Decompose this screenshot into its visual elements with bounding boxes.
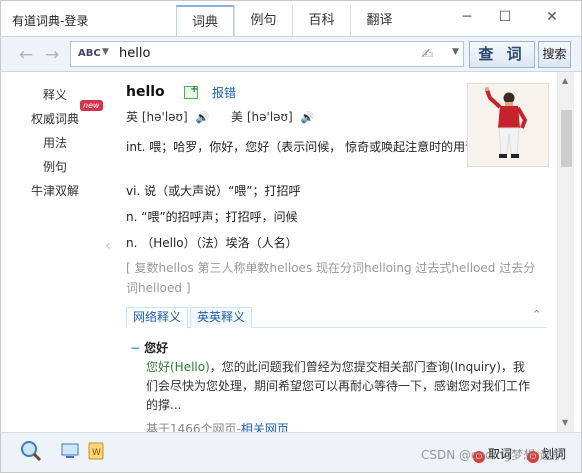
forward-arrow-icon[interactable]: → (45, 45, 59, 65)
tab-dictionary[interactable]: 词典 (176, 5, 234, 38)
maximize-icon[interactable]: ☐ (495, 9, 515, 25)
web-sense-title: − 您好 (130, 339, 168, 356)
collapse-sidebar-icon[interactable]: ‹ (105, 238, 111, 254)
uk-pronunciation: 英 [hə'ləʊ] 🔊 (126, 108, 209, 125)
us-label: 美 (231, 110, 244, 124)
content-area: 释义 权威词典 new 用法 例句 牛津双解 ‹ hello 报错 英 [hə'… (0, 72, 582, 432)
search-input[interactable]: hello (119, 46, 150, 61)
definition-subtabs: 网络释义 英英释义 (126, 306, 546, 329)
lookup-button[interactable]: 查 词 (469, 41, 535, 68)
back-arrow-icon[interactable]: ← (19, 45, 33, 65)
sidebar-item-oxford[interactable]: 牛津双解 (31, 182, 79, 199)
chevron-down-icon[interactable]: ▼ (102, 47, 109, 57)
input-method-icon[interactable]: ABC (78, 48, 101, 59)
sidebar-item-usage[interactable]: 用法 (43, 134, 67, 151)
word-forms: [ 复数hellos 第三人称单数helloes 现在分词helloing 过去… (126, 261, 536, 295)
uk-phonetic: [hə'ləʊ] (141, 110, 188, 124)
add-wordbook-icon[interactable] (184, 84, 198, 99)
illustration-image (467, 83, 549, 167)
chevron-up-icon[interactable]: ⌃ (532, 308, 541, 321)
tab-web-definition[interactable]: 网络释义 (126, 307, 189, 329)
us-pronunciation: 美 [hə'ləʊ] 🔊 (231, 108, 314, 125)
sidebar-item-definition[interactable]: 释义 (43, 86, 67, 103)
definition-line: n. （Hello）（法）埃洛（人名） (126, 236, 298, 250)
speaker-icon[interactable]: 🔊 (195, 111, 209, 124)
chevron-down-icon[interactable]: ▼ (452, 47, 459, 57)
scroll-down-icon[interactable]: ▼ (562, 418, 568, 427)
title-bar: 有道词典-登录 词典 例句 百科 翻译 ─ ☐ ✕ (0, 0, 582, 38)
us-phonetic: [hə'ləʊ] (246, 110, 293, 124)
main-tabs: 词典 例句 百科 翻译 (176, 5, 408, 38)
web-sense-source: 基于1466个网页-相关网页 (146, 420, 289, 432)
definition-line: n. “喂”的招呼声；打招呼，问候 (126, 210, 298, 224)
tab-encyclopedia[interactable]: 百科 (292, 5, 350, 37)
dictionary-icon[interactable] (19, 439, 43, 466)
scroll-up-icon[interactable]: ▲ (562, 76, 568, 85)
web-sense-word: 您好 (144, 341, 169, 355)
search-toolbar: ← → ABC ▼ hello ✍ ▼ 查 词 搜索 (0, 36, 582, 72)
minimize-icon[interactable]: ─ (457, 9, 477, 25)
screen-capture-icon[interactable] (61, 442, 79, 463)
close-icon[interactable]: ✕ (542, 9, 562, 25)
sidebar-item-examples[interactable]: 例句 (43, 158, 67, 175)
web-sense-body: 您好(Hello)，您的此问题我们曾经为您提交相关部门查询(Inquiry)，我… (146, 358, 536, 415)
definition-line: int. 喂；哈罗，你好，您好（表示问候， 惊奇或唤起注意时的用语） (126, 140, 490, 154)
tab-english-definition[interactable]: 英英释义 (190, 307, 253, 328)
sidebar-item-authoritative[interactable]: 权威词典 (31, 110, 79, 127)
vertical-scrollbar[interactable]: ▲ ▼ (557, 72, 574, 432)
scroll-thumb[interactable] (561, 110, 572, 167)
dash-icon: − (130, 341, 141, 355)
headword: hello (126, 84, 165, 100)
uk-label: 英 (126, 110, 139, 124)
web-sense-count: 基于1466个网页- (146, 422, 241, 432)
search-box[interactable]: ABC ▼ hello ✍ ▼ (70, 41, 464, 67)
watermark: CSDN @coding梦想ᵒ起航 (421, 448, 565, 462)
svg-text:W: W (92, 448, 101, 458)
window-title: 有道词典-登录 (12, 14, 89, 28)
speaker-icon[interactable]: 🔊 (300, 111, 314, 124)
sidebar: 释义 权威词典 new 用法 例句 牛津双解 (1, 72, 103, 432)
wordbook-icon[interactable]: W (87, 442, 105, 463)
search-button[interactable]: 搜索 (538, 41, 571, 68)
tab-translate[interactable]: 翻译 (350, 5, 408, 37)
handwriting-pen-icon[interactable]: ✍ (421, 45, 434, 63)
definition-line: vi. 说（或大声说）“喂”；打招呼 (126, 184, 301, 198)
new-badge: new (80, 100, 103, 111)
related-pages-link[interactable]: 相关网页 (241, 422, 289, 432)
web-sense-highlight[interactable]: 您好(Hello) (146, 360, 210, 374)
report-error-link[interactable]: 报错 (212, 84, 236, 101)
tab-examples[interactable]: 例句 (234, 5, 292, 37)
